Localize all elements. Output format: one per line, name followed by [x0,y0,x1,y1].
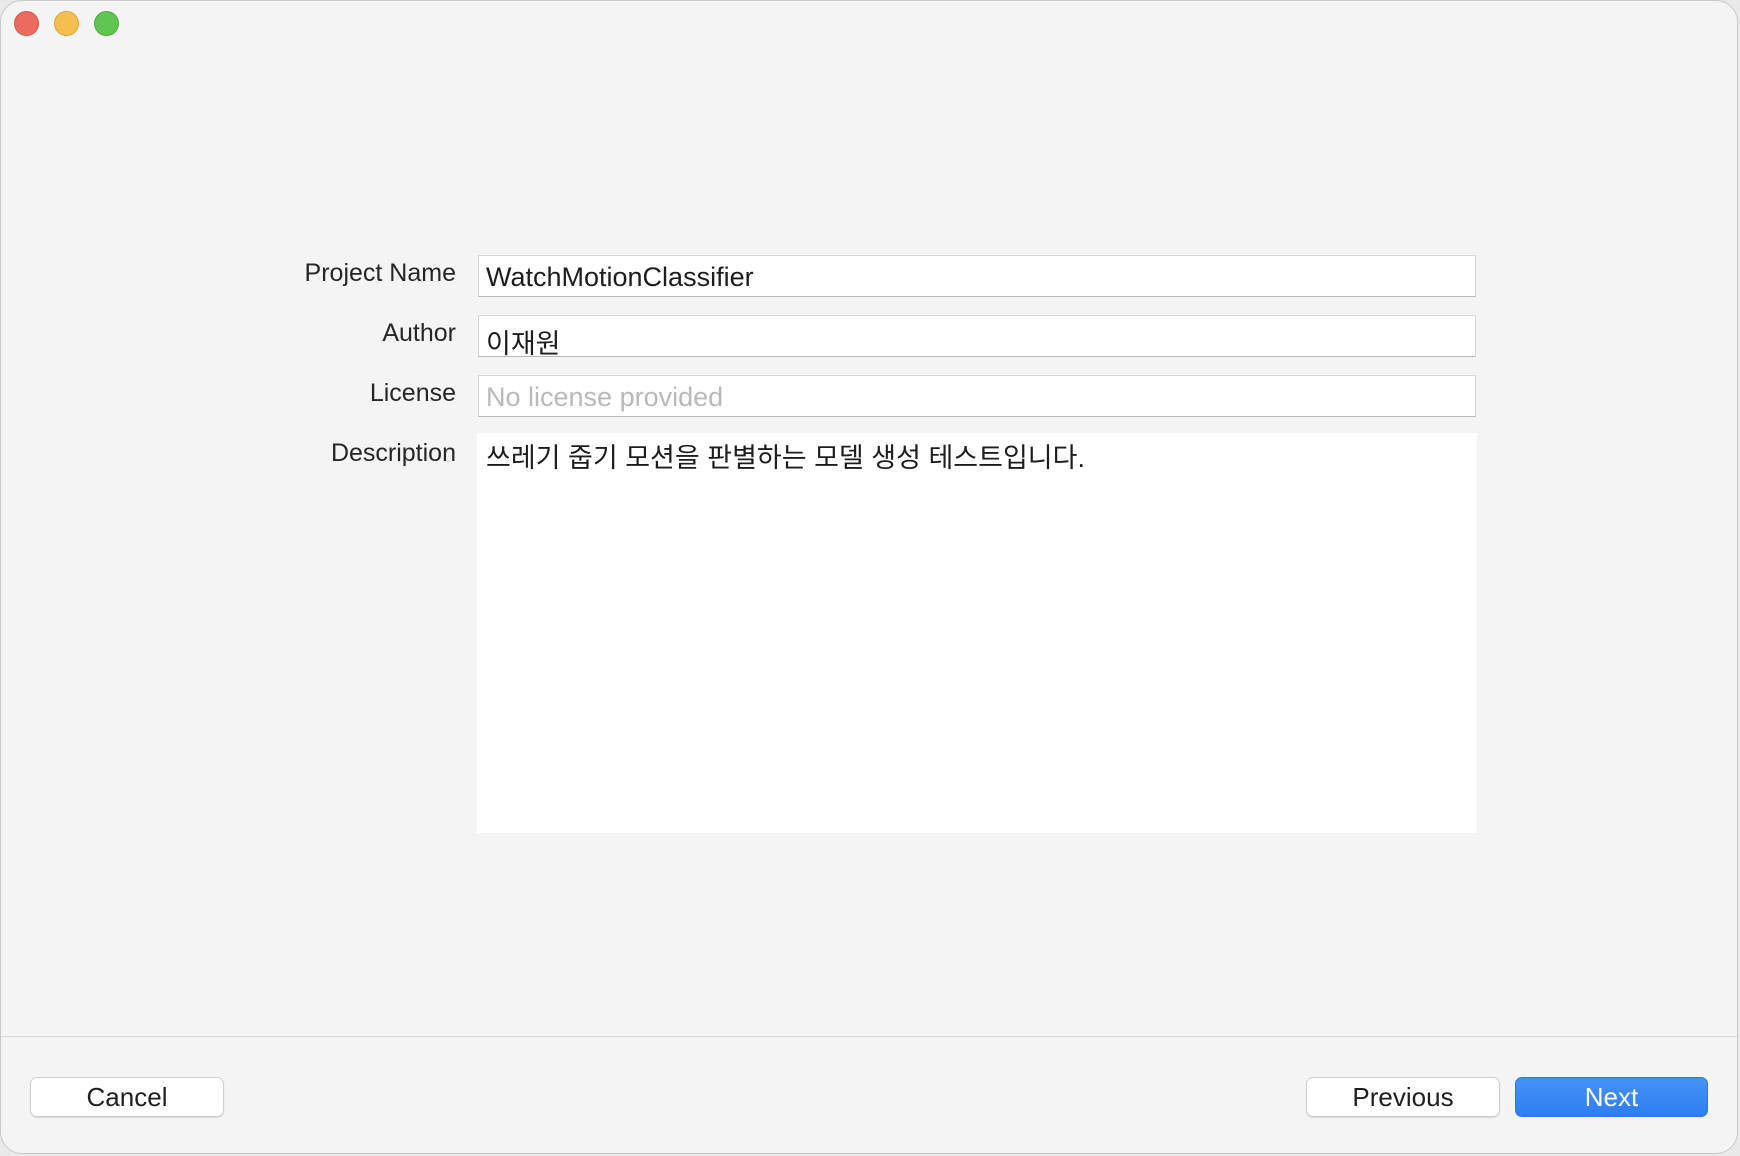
next-button[interactable]: Next [1515,1077,1708,1117]
footer-divider [1,1036,1737,1037]
project-name-label: Project Name [304,259,456,287]
author-label: Author [382,319,456,347]
close-window-button[interactable] [14,11,39,36]
license-field[interactable]: No license provided [478,375,1476,417]
minimize-window-button[interactable] [54,11,79,36]
cancel-button[interactable]: Cancel [30,1077,224,1117]
previous-button[interactable]: Previous [1306,1077,1500,1117]
description-textarea[interactable]: 쓰레기 줍기 모션을 판별하는 모델 생성 테스트입니다. [477,433,1477,833]
description-label: Description [330,439,456,467]
zoom-window-button[interactable] [94,11,119,36]
project-name-field[interactable]: WatchMotionClassifier [478,255,1476,297]
license-label: License [369,379,456,407]
project-options-dialog: Project Name WatchMotionClassifier Autho… [0,0,1738,1154]
author-field[interactable]: 이재원 [478,315,1476,357]
